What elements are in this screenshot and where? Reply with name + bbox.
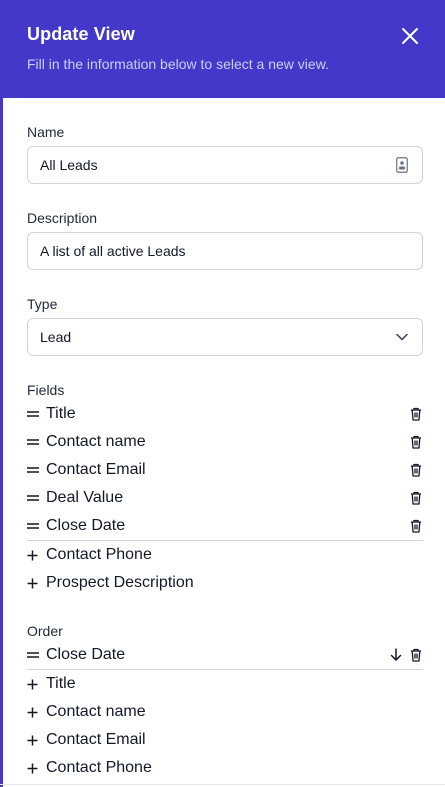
trash-icon[interactable] bbox=[409, 462, 423, 478]
field-add-label: Prospect Description bbox=[46, 574, 194, 591]
order-add-title[interactable]: Title bbox=[27, 670, 423, 698]
plus-icon bbox=[27, 679, 46, 690]
plus-icon bbox=[27, 735, 46, 746]
order-add-contact-email[interactable]: Contact Email bbox=[27, 726, 423, 754]
panel-subtitle: Fill in the information below to select … bbox=[27, 56, 329, 72]
update-view-panel: Update View Fill in the information belo… bbox=[0, 0, 445, 787]
field-item-label: Deal Value bbox=[46, 489, 124, 506]
field-item-deal-value[interactable]: Deal Value bbox=[27, 484, 423, 512]
trash-icon[interactable] bbox=[409, 490, 423, 506]
field-item-label: Contact name bbox=[46, 433, 146, 450]
field-add-contact-phone[interactable]: Contact Phone bbox=[27, 541, 423, 569]
type-select[interactable]: Lead bbox=[27, 318, 423, 356]
order-add-contact-phone[interactable]: Contact Phone bbox=[27, 754, 423, 782]
panel-bottom-border bbox=[0, 784, 445, 785]
trash-icon[interactable] bbox=[409, 406, 423, 422]
trash-icon[interactable] bbox=[409, 434, 423, 450]
drag-handle-icon[interactable] bbox=[27, 651, 46, 659]
order-add-contact-name[interactable]: Contact name bbox=[27, 698, 423, 726]
drag-handle-icon[interactable] bbox=[27, 438, 46, 446]
field-item-contact-email[interactable]: Contact Email bbox=[27, 456, 423, 484]
order-add-label: Contact name bbox=[46, 703, 146, 720]
plus-icon bbox=[27, 763, 46, 774]
description-label: Description bbox=[27, 210, 98, 226]
field-item-label: Contact Email bbox=[46, 461, 146, 478]
description-input[interactable]: A list of all active Leads bbox=[27, 232, 423, 270]
order-label: Order bbox=[27, 623, 63, 639]
plus-icon bbox=[27, 707, 46, 718]
trash-icon[interactable] bbox=[409, 647, 423, 663]
panel-header: Update View Fill in the information belo… bbox=[0, 0, 445, 98]
order-add-label: Contact Email bbox=[46, 731, 146, 748]
order-item-label: Close Date bbox=[46, 646, 126, 663]
description-input-value: A list of all active Leads bbox=[40, 243, 186, 259]
order-add-label: Contact Phone bbox=[46, 759, 152, 776]
drag-handle-icon[interactable] bbox=[27, 494, 46, 502]
name-label: Name bbox=[27, 124, 65, 140]
field-item-contact-name[interactable]: Contact name bbox=[27, 428, 423, 456]
chevron-down-icon bbox=[394, 329, 410, 345]
left-accent-stripe bbox=[0, 0, 3, 787]
field-item-label: Close Date bbox=[46, 517, 126, 534]
name-input-value: All Leads bbox=[40, 157, 98, 173]
field-add-prospect-description[interactable]: Prospect Description bbox=[27, 569, 423, 597]
drag-handle-icon[interactable] bbox=[27, 522, 46, 530]
field-add-label: Contact Phone bbox=[46, 546, 152, 563]
type-label: Type bbox=[27, 296, 58, 312]
close-button[interactable] bbox=[398, 24, 422, 48]
trash-icon[interactable] bbox=[409, 518, 423, 534]
panel-title: Update View bbox=[27, 24, 135, 44]
plus-icon bbox=[27, 578, 46, 589]
plus-icon bbox=[27, 550, 46, 561]
fields-label: Fields bbox=[27, 382, 65, 398]
drag-handle-icon[interactable] bbox=[27, 466, 46, 474]
close-icon bbox=[402, 28, 418, 44]
field-item-close-date[interactable]: Close Date bbox=[27, 512, 423, 540]
drag-handle-icon[interactable] bbox=[27, 410, 46, 418]
arrow-down-icon[interactable] bbox=[389, 647, 403, 663]
contact-card-icon bbox=[394, 157, 410, 173]
order-item-close-date[interactable]: Close Date bbox=[27, 641, 423, 669]
order-add-label: Title bbox=[46, 675, 76, 692]
type-select-value: Lead bbox=[40, 329, 72, 345]
name-input[interactable]: All Leads bbox=[27, 146, 423, 184]
field-item-label: Title bbox=[46, 405, 76, 422]
field-item-title[interactable]: Title bbox=[27, 400, 423, 428]
